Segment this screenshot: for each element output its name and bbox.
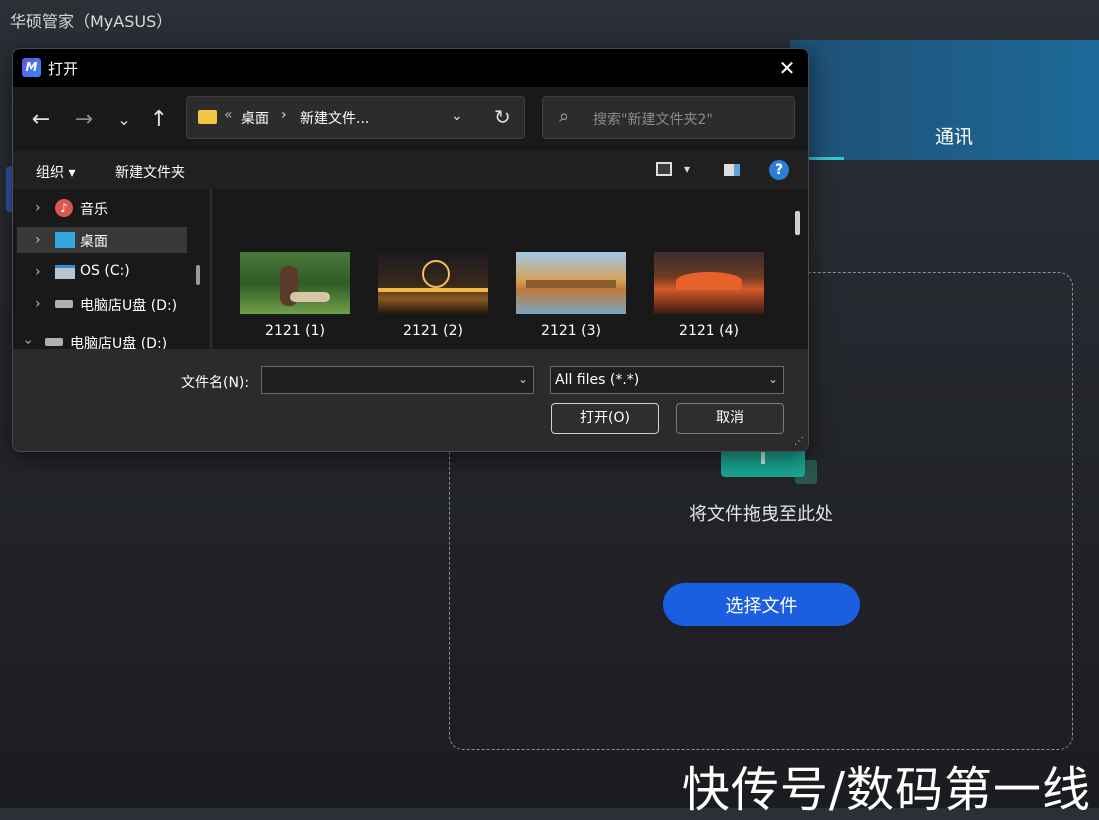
- nav-item-label: 桌面: [80, 234, 108, 250]
- watermark-text: 快传号/数码第一线: [681, 762, 1091, 818]
- expand-chevron-icon[interactable]: ›: [35, 296, 41, 312]
- search-input[interactable]: ⌕ 搜索"新建文件夹2": [542, 96, 795, 139]
- view-mode-icon[interactable]: [656, 162, 672, 176]
- new-folder-button[interactable]: 新建文件夹: [115, 162, 185, 182]
- folder-icon: [198, 110, 217, 124]
- file-type-value: All files (*.*): [555, 372, 640, 388]
- desktop-icon: [55, 232, 75, 248]
- view-options-dropdown-icon[interactable]: ▾: [684, 162, 690, 176]
- address-bar[interactable]: « 桌面 › 新建文件... ⌄ ↻: [186, 96, 525, 139]
- select-file-button[interactable]: 选择文件: [663, 583, 860, 626]
- recent-locations-chevron-icon[interactable]: ⌄: [111, 107, 137, 133]
- file-name[interactable]: 2121 (3): [516, 323, 626, 339]
- overflow-icon[interactable]: «: [224, 107, 233, 123]
- search-icon: ⌕: [559, 106, 570, 127]
- nav-item-label: 电脑店U盘 (D:): [80, 298, 178, 314]
- navigation-pane: › ♪ 音乐 › 桌面 › OS (C:) › 电脑店U盘 (D:) › 电脑店…: [13, 189, 209, 349]
- file-thumbnail-3[interactable]: [516, 252, 626, 314]
- file-name[interactable]: 2121 (2): [378, 323, 488, 339]
- breadcrumb-separator-icon[interactable]: ›: [281, 107, 287, 123]
- dialog-footer: 文件名(N): ⌄ All files (*.*) ⌄ 打开(O) 取消 ⋰: [13, 349, 808, 451]
- filename-input[interactable]: ⌄: [261, 366, 534, 394]
- address-dropdown-icon[interactable]: ⌄: [451, 108, 463, 124]
- drop-hint-text: 将文件拖曳至此处: [689, 504, 833, 525]
- music-icon: ♪: [55, 199, 73, 217]
- nav-scrollbar[interactable]: [196, 265, 200, 285]
- nav-item-desktop[interactable]: › 桌面: [17, 227, 187, 253]
- refresh-icon[interactable]: ↻: [494, 105, 511, 129]
- up-arrow-icon[interactable]: ↑: [146, 107, 172, 133]
- nav-item-label: 音乐: [80, 202, 108, 218]
- file-type-filter[interactable]: All files (*.*) ⌄: [550, 366, 784, 394]
- dialog-titlebar: M 打开 ✕: [13, 49, 808, 87]
- nav-item-label: 电脑店U盘 (D:): [70, 336, 168, 349]
- filename-label: 文件名(N):: [181, 375, 250, 391]
- collapse-chevron-icon[interactable]: ›: [20, 339, 36, 345]
- nav-item-usb-drive-expanded[interactable]: › 电脑店U盘 (D:): [13, 329, 177, 349]
- open-file-dialog: M 打开 ✕ ← → ⌄ ↑ « 桌面 › 新建文件... ⌄ ↻ ⌕ 搜索"新…: [12, 48, 809, 452]
- tab-communication[interactable]: 通讯: [935, 122, 973, 149]
- nav-item-os-drive[interactable]: › OS (C:): [17, 259, 187, 285]
- help-icon[interactable]: ?: [769, 160, 789, 180]
- preview-pane-icon[interactable]: [724, 164, 740, 176]
- file-name[interactable]: 2121 (1): [240, 323, 350, 339]
- os-drive-icon: [55, 265, 75, 279]
- file-thumbnail-1[interactable]: [240, 252, 350, 314]
- usb-drive-icon: [55, 300, 73, 308]
- expand-chevron-icon[interactable]: ›: [35, 200, 41, 216]
- resize-grip-icon[interactable]: ⋰: [794, 436, 804, 447]
- file-thumbnail-4[interactable]: [654, 252, 764, 314]
- breadcrumb-desktop[interactable]: 桌面: [241, 108, 269, 128]
- nav-item-usb-drive[interactable]: › 电脑店U盘 (D:): [17, 291, 187, 317]
- search-placeholder: 搜索"新建文件夹2": [593, 112, 713, 128]
- file-thumbnail-2[interactable]: [378, 252, 488, 314]
- breadcrumb-new-folder[interactable]: 新建文件...: [300, 108, 369, 128]
- nav-item-label: OS (C:): [80, 263, 130, 279]
- expand-chevron-icon[interactable]: ›: [35, 232, 41, 248]
- dialog-title: 打开: [48, 60, 79, 78]
- content-scrollbar[interactable]: [795, 211, 800, 235]
- expand-chevron-icon[interactable]: ›: [35, 264, 41, 280]
- file-list: 2121 (1) 2121 (2) 2121 (3) 2121 (4): [212, 189, 808, 349]
- myasus-logo-icon: M: [22, 58, 41, 77]
- nav-item-music[interactable]: › ♪ 音乐: [17, 195, 187, 221]
- usb-drive-icon: [45, 338, 63, 346]
- filter-dropdown-icon[interactable]: ⌄: [768, 372, 778, 386]
- dialog-toolbar: 组织 ▾ 新建文件夹 ▾ ?: [13, 151, 808, 189]
- filename-dropdown-icon[interactable]: ⌄: [518, 372, 528, 386]
- open-button[interactable]: 打开(O): [551, 403, 659, 434]
- forward-arrow-icon[interactable]: →: [71, 107, 97, 133]
- file-name[interactable]: 2121 (4): [654, 323, 764, 339]
- app-title: 华硕管家（MyASUS）: [10, 12, 173, 31]
- close-icon[interactable]: ✕: [773, 54, 801, 82]
- back-arrow-icon[interactable]: ←: [28, 107, 54, 133]
- organize-menu[interactable]: 组织 ▾: [36, 162, 75, 182]
- cancel-button[interactable]: 取消: [676, 403, 784, 434]
